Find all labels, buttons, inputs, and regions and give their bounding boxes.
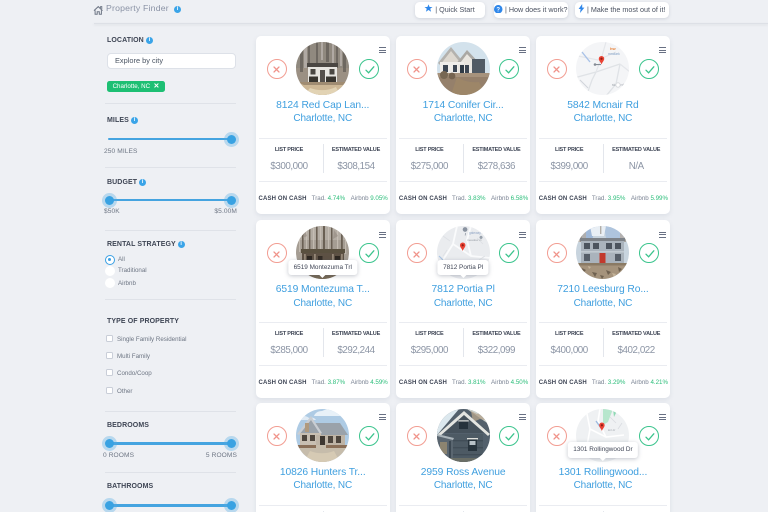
svg-text:mnclark: mnclark (608, 52, 620, 56)
svg-text:knl dr: knl dr (608, 428, 615, 432)
svg-text:hw: hw (610, 46, 616, 51)
svg-text:?: ? (497, 7, 501, 13)
svg-text:meadow ct: meadow ct (467, 238, 482, 242)
svg-text:gateway dr: gateway dr (469, 231, 486, 235)
